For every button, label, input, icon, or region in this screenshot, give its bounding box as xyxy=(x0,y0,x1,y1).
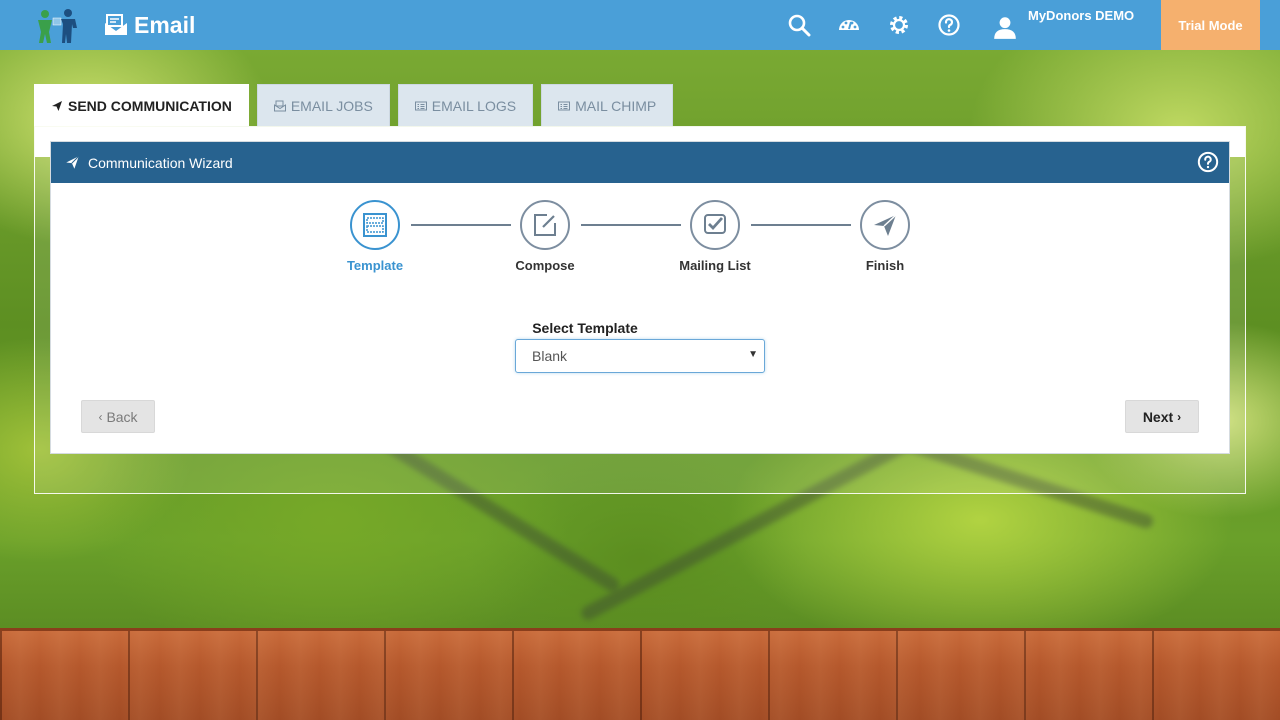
communication-wizard: Communication Wizard Template Compose Ma… xyxy=(50,141,1230,454)
dashboard-icon[interactable] xyxy=(836,12,862,38)
top-icons xyxy=(786,12,962,38)
list-icon xyxy=(414,101,427,110)
template-select[interactable]: Blank ▼ xyxy=(515,339,765,373)
wizard-header: Communication Wizard xyxy=(51,142,1229,183)
edit-icon xyxy=(534,214,556,236)
caret-down-icon: ▼ xyxy=(748,349,758,360)
tab-label: EMAIL JOBS xyxy=(290,97,373,114)
wizard-title: Communication Wizard xyxy=(88,154,233,171)
paper-plane-icon xyxy=(66,155,80,169)
tab-email-jobs[interactable]: EMAIL JOBS xyxy=(256,84,390,126)
step-mailing-list[interactable]: Mailing List xyxy=(655,200,775,273)
select-template-label: Select Template xyxy=(532,320,638,336)
step-circle[interactable] xyxy=(860,200,910,250)
next-button-label: Next xyxy=(1142,408,1174,425)
step-label: Finish xyxy=(865,258,905,273)
step-finish[interactable]: Finish xyxy=(825,200,945,273)
next-button[interactable]: Next › xyxy=(1125,400,1199,433)
step-label: Mailing List xyxy=(679,258,751,273)
back-button-label: Back xyxy=(106,408,138,425)
help-icon[interactable] xyxy=(936,12,962,38)
paper-plane-icon xyxy=(52,100,62,111)
app-title: Email xyxy=(104,10,195,40)
trial-mode-button[interactable]: Trial Mode xyxy=(1161,0,1260,50)
envelope-icon xyxy=(273,100,286,111)
tab-email-logs[interactable]: EMAIL LOGS xyxy=(397,84,534,126)
chevron-left-icon: ‹ xyxy=(98,409,103,424)
gear-icon[interactable] xyxy=(886,12,912,38)
tab-label: EMAIL LOGS xyxy=(431,97,517,114)
step-label: Compose xyxy=(515,258,575,273)
tab-mail-chimp[interactable]: MAIL CHIMP xyxy=(541,84,674,126)
tab-send-communication[interactable]: SEND COMMUNICATION xyxy=(34,84,249,126)
logo[interactable] xyxy=(34,8,80,44)
wizard-steps: Template Compose Mailing List Finish xyxy=(51,200,1231,280)
user-menu[interactable]: MyDonors DEMO xyxy=(992,8,1134,40)
user-icon xyxy=(994,17,1016,39)
step-compose[interactable]: Compose xyxy=(485,200,605,273)
list-icon xyxy=(558,101,571,110)
help-icon[interactable] xyxy=(1197,151,1219,173)
paper-plane-icon xyxy=(874,214,897,236)
step-template[interactable]: Template xyxy=(315,200,435,273)
chevron-right-icon: › xyxy=(1177,409,1182,424)
template-select-value: Blank xyxy=(532,348,568,364)
tab-label: SEND COMMUNICATION xyxy=(68,97,232,114)
back-button[interactable]: ‹ Back xyxy=(81,400,155,433)
tab-bar: SEND COMMUNICATION EMAIL JOBS EMAIL LOGS… xyxy=(34,84,674,126)
wooden-floor xyxy=(0,628,1280,720)
top-bar: Email MyDonors DEMO Trial Mode xyxy=(0,0,1280,50)
checkbox-icon xyxy=(704,214,726,234)
template-icon xyxy=(363,213,387,237)
step-circle[interactable] xyxy=(520,200,570,250)
search-icon[interactable] xyxy=(786,12,812,38)
step-circle[interactable] xyxy=(350,200,400,250)
app-title-text: Email xyxy=(134,11,196,38)
tab-label: MAIL CHIMP xyxy=(575,97,657,114)
template-select-group: Select Template Blank ▼ xyxy=(515,320,765,373)
step-circle[interactable] xyxy=(690,200,740,250)
envelope-icon xyxy=(105,14,127,35)
step-label: Template xyxy=(346,258,404,273)
user-name: MyDonors DEMO xyxy=(1028,8,1135,23)
